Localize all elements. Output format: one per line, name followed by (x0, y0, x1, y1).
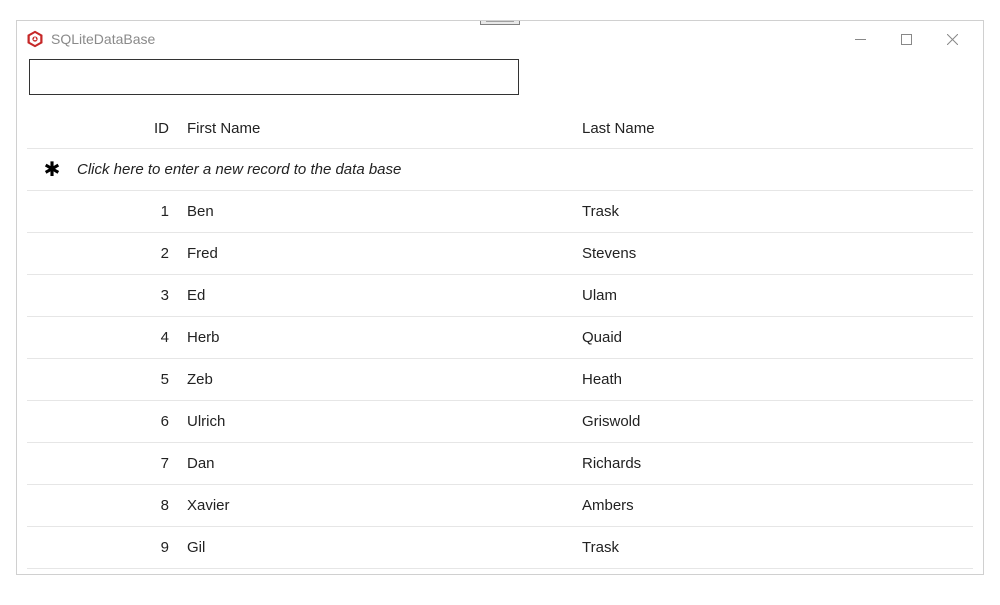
cell-id[interactable]: 3 (77, 287, 187, 304)
cell-first-name[interactable]: Ben (187, 203, 582, 220)
cell-last-name[interactable]: Stevens (582, 245, 973, 262)
cell-id[interactable]: 1 (77, 203, 187, 220)
header-last-name[interactable]: Last Name (582, 120, 973, 137)
data-grid: ID First Name Last Name ✱ Click here to … (27, 109, 973, 569)
cell-first-name[interactable]: Zeb (187, 371, 582, 388)
cell-first-name[interactable]: Gil (187, 539, 582, 556)
search-input[interactable] (29, 59, 519, 95)
cell-last-name[interactable]: Heath (582, 371, 973, 388)
asterisk-icon: ✱ (27, 157, 77, 182)
close-button[interactable] (929, 24, 975, 54)
cell-id[interactable]: 4 (77, 329, 187, 346)
maximize-button[interactable] (883, 24, 929, 54)
cell-last-name[interactable]: Ambers (582, 497, 973, 514)
titlebar: SQLiteDataBase (17, 21, 983, 57)
table-row[interactable]: 5ZebHeath (27, 359, 973, 401)
minimize-button[interactable] (837, 24, 883, 54)
cell-first-name[interactable]: Dan (187, 455, 582, 472)
cell-first-name[interactable]: Ed (187, 287, 582, 304)
cell-first-name[interactable]: Xavier (187, 497, 582, 514)
grid-header: ID First Name Last Name (27, 109, 973, 149)
table-row[interactable]: 9GilTrask (27, 527, 973, 569)
cell-id[interactable]: 6 (77, 413, 187, 430)
window-controls (837, 24, 975, 54)
cell-first-name[interactable]: Fred (187, 245, 582, 262)
new-record-label: Click here to enter a new record to the … (77, 161, 401, 178)
table-row[interactable]: 4HerbQuaid (27, 317, 973, 359)
cell-id[interactable]: 5 (77, 371, 187, 388)
header-first-name[interactable]: First Name (187, 120, 582, 137)
cell-id[interactable]: 8 (77, 497, 187, 514)
table-row[interactable]: 8XavierAmbers (27, 485, 973, 527)
app-window: SQLiteDataBase ID First Name Last Name ✱ (16, 20, 984, 575)
cell-last-name[interactable]: Richards (582, 455, 973, 472)
table-row[interactable]: 7DanRichards (27, 443, 973, 485)
app-title: SQLiteDataBase (51, 31, 837, 47)
cell-last-name[interactable]: Griswold (582, 413, 973, 430)
app-icon (25, 29, 45, 49)
table-row[interactable]: 6UlrichGriswold (27, 401, 973, 443)
window-grip[interactable] (480, 20, 520, 25)
table-row[interactable]: 2FredStevens (27, 233, 973, 275)
header-id[interactable]: ID (77, 120, 187, 137)
cell-id[interactable]: 2 (77, 245, 187, 262)
cell-first-name[interactable]: Ulrich (187, 413, 582, 430)
new-record-row[interactable]: ✱ Click here to enter a new record to th… (27, 149, 973, 191)
cell-last-name[interactable]: Trask (582, 203, 973, 220)
cell-last-name[interactable]: Trask (582, 539, 973, 556)
cell-id[interactable]: 9 (77, 539, 187, 556)
content-area: ID First Name Last Name ✱ Click here to … (17, 57, 983, 569)
cell-first-name[interactable]: Herb (187, 329, 582, 346)
cell-last-name[interactable]: Quaid (582, 329, 973, 346)
table-row[interactable]: 3EdUlam (27, 275, 973, 317)
cell-last-name[interactable]: Ulam (582, 287, 973, 304)
table-row[interactable]: 1BenTrask (27, 191, 973, 233)
cell-id[interactable]: 7 (77, 455, 187, 472)
